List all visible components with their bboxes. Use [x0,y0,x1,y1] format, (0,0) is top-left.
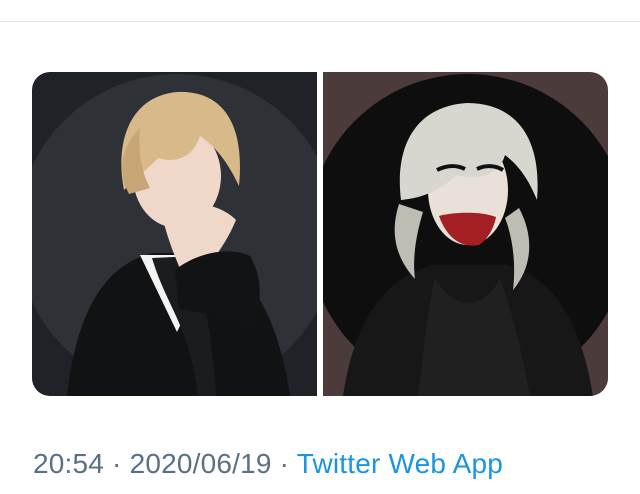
top-divider [0,21,640,22]
tweet-date: 2020/06/19 [129,448,272,479]
photo-blonde-person [32,72,317,396]
separator-dot-1: · [104,448,130,479]
tweet-media-grid [32,72,608,396]
photo-platinum-person [323,72,608,396]
tweet-metadata: 20:54 · 2020/06/19 · Twitter Web App [33,446,503,482]
separator-dot-2: · [271,448,297,479]
media-image-right[interactable] [323,72,608,396]
media-image-left[interactable] [32,72,317,396]
tweet-time: 20:54 [33,448,105,479]
tweet-source-link[interactable]: Twitter Web App [297,448,503,479]
